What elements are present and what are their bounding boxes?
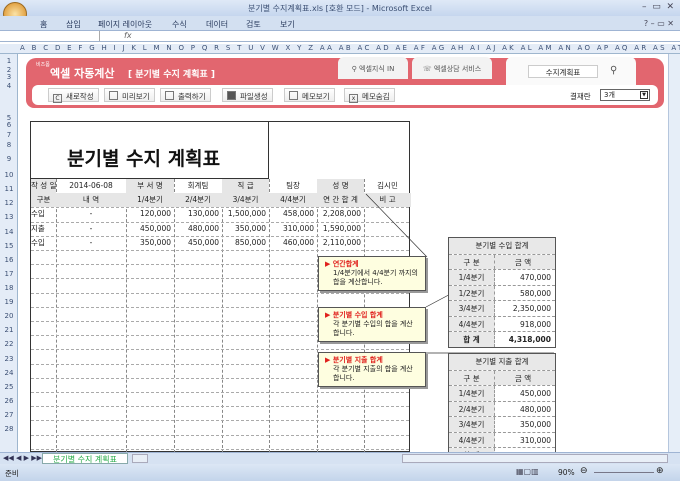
summary-row: 1/4분기 470,000 — [449, 269, 555, 285]
view-buttons[interactable]: ▦▢▥ — [516, 467, 539, 476]
summary-row: 4/4분기 918,000 — [449, 315, 555, 332]
sheet-nav-arrows[interactable]: ◀◀ ◀ ▶ ▶▶ — [3, 454, 42, 462]
sheet-tab-bar: ◀◀ ◀ ▶ ▶▶ 분기별 수지 계획표 — [0, 452, 680, 464]
summary-row: 3/4분기 350,000 — [449, 416, 555, 432]
summary-row: 1/4분기 450,000 — [449, 385, 555, 401]
quarter-label: 1/4분기 — [449, 386, 495, 401]
header-amount: 금 액 — [495, 254, 555, 269]
summary-header-row: 구 분금 액 — [449, 253, 555, 269]
summary-total-row: 합 계 4,318,000 — [449, 331, 555, 347]
header-amount: 금 액 — [495, 370, 555, 385]
horizontal-scrollbar[interactable] — [402, 454, 668, 463]
summary-title: 분기별 지출 합계 — [449, 354, 555, 370]
zoom-level[interactable]: 90% — [558, 468, 575, 477]
zoom-in-icon[interactable]: ⊕ — [656, 466, 664, 476]
header-category: 구 분 — [449, 254, 495, 269]
comment-arrow — [365, 193, 428, 258]
summary-row: 3/4분기 2,350,000 — [449, 300, 555, 316]
status-bar: 준비 ▦▢▥ 90% ⊖ ⊕ — [0, 464, 680, 481]
summary-row: 4/4분기 310,000 — [449, 431, 555, 448]
quarter-label: 1/4분기 — [449, 270, 495, 285]
quarter-amount[interactable]: 310,000 — [495, 433, 555, 448]
quarter-amount[interactable]: 918,000 — [495, 317, 555, 332]
summary-title: 분기별 수입 합계 — [449, 238, 555, 254]
quarter-amount[interactable]: 580,000 — [495, 286, 555, 301]
insert-sheet-tab[interactable] — [132, 454, 148, 463]
quarter-label: 4/4분기 — [449, 432, 495, 447]
zoom-out-icon[interactable]: ⊖ — [580, 466, 588, 476]
comment-arrows — [365, 193, 555, 354]
quarter-label: 2/4분기 — [449, 401, 495, 416]
quarter-label: 1/2분기 — [449, 285, 495, 300]
total-amount[interactable]: 4,318,000 — [495, 332, 555, 347]
expense-summary-table: 분기별 지출 합계 구 분금 액 1/4분기 450,000 2/4분기 480,000 3… — [448, 353, 556, 464]
total-label: 합 계 — [449, 332, 495, 347]
zoom-slider[interactable] — [594, 472, 654, 473]
sheet-tab-label: 분기별 수지 계획표 — [53, 455, 117, 464]
quarter-amount[interactable]: 450,000 — [495, 386, 555, 401]
income-summary-table: 분기별 수입 합계 구 분금 액 1/4분기 470,000 1/2분기 580,000 3… — [448, 237, 556, 348]
summary-row: 2/4분기 480,000 — [449, 400, 555, 417]
quarter-amount[interactable]: 2,350,000 — [495, 301, 555, 316]
header-category: 구 분 — [449, 370, 495, 385]
quarter-label: 3/4분기 — [449, 301, 495, 316]
quarter-amount[interactable]: 350,000 — [495, 417, 555, 432]
quarter-label: 4/4분기 — [449, 316, 495, 331]
quarter-amount[interactable]: 470,000 — [495, 270, 555, 285]
summary-header-row: 구 분금 액 — [449, 369, 555, 385]
quarter-amount[interactable]: 480,000 — [495, 402, 555, 417]
quarter-label: 3/4분기 — [449, 417, 495, 432]
status-ready: 준비 — [5, 469, 19, 478]
sheet-tab-active[interactable]: 분기별 수지 계획표 — [42, 453, 128, 464]
summary-title-row: 분기별 수입 합계 — [449, 238, 555, 254]
summary-title-row: 분기별 지출 합계 — [449, 354, 555, 370]
summary-row: 1/2분기 580,000 — [449, 284, 555, 301]
